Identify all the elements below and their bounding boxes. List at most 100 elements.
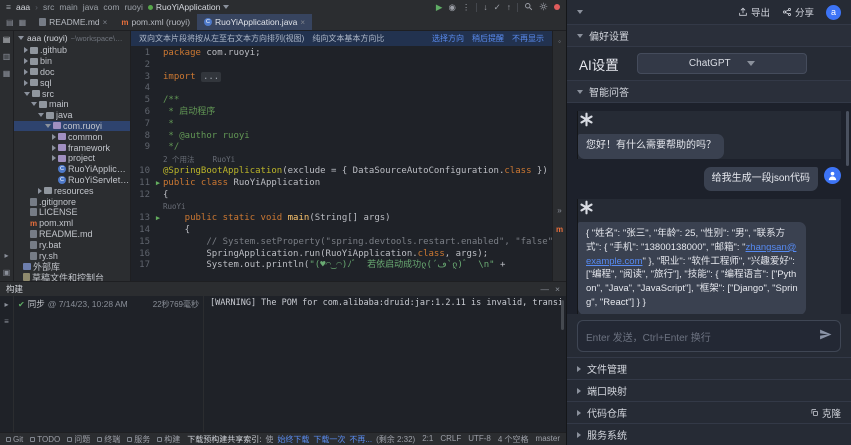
sync-result-row[interactable]: ✔ 同步 @ 7/14/23, 10:28 AM 22秒769毫秒 — [18, 298, 199, 310]
tree-item[interactable]: mpom.xml — [14, 218, 130, 229]
tree-item[interactable]: bin — [14, 56, 130, 67]
banner-action-dont-show[interactable]: 不再显示 — [512, 33, 544, 44]
tree-item[interactable]: README.md — [14, 229, 130, 240]
close-tab-icon[interactable]: × — [103, 18, 108, 27]
git-update-button[interactable]: ↓ — [483, 2, 487, 12]
chat-scrollbar[interactable] — [846, 111, 849, 166]
tree-item[interactable]: com.ruoyi — [14, 121, 130, 132]
section-port-mapping[interactable]: 端口映射 — [567, 379, 851, 401]
close-tab-icon[interactable]: × — [300, 18, 305, 27]
terminal-tool-icon[interactable]: ▣ — [3, 268, 11, 277]
main-menu-icon[interactable]: ≡ — [6, 2, 11, 12]
section-smart-qa[interactable]: 智能问答 — [567, 80, 851, 103]
close-panel-icon[interactable]: × — [555, 284, 560, 294]
tree-item[interactable]: java — [14, 110, 130, 121]
notifications-bell-icon[interactable]: ◦ — [558, 37, 561, 46]
structure-tool-icon[interactable]: ▦ — [3, 69, 11, 78]
status-widget[interactable]: 4 个空格 — [498, 434, 529, 445]
run-button[interactable]: ▶ — [436, 2, 443, 13]
always-download-link[interactable]: 始终下载 — [277, 434, 309, 445]
tool-window-button[interactable]: Git — [6, 434, 23, 445]
tree-item[interactable]: .github — [14, 45, 130, 56]
collapse-panel-icon[interactable] — [577, 10, 583, 14]
console-scrollbar[interactable] — [561, 300, 564, 330]
code-editor[interactable]: 双向文本片段将按从左至右文本方向排列(视图) 纯向文本基本方向比 选择方向 稍后… — [131, 31, 552, 281]
status-widget[interactable]: master — [536, 434, 560, 445]
tool-window-button[interactable]: 构建 — [157, 434, 180, 445]
tree-item[interactable]: CRuoYiServletInitial... — [14, 175, 130, 186]
tab-pom[interactable]: m pom.xml (ruoyi) — [114, 14, 197, 30]
project-tree-header[interactable]: aaa (ruoyi) ~\workspace\aaa — [14, 31, 130, 45]
build-tool-icon[interactable]: ▸ — [4, 251, 8, 260]
section-file-management[interactable]: 文件管理 — [567, 357, 851, 379]
banner-action-remind-later[interactable]: 稍后提醒 — [472, 33, 504, 44]
commit-tool-icon[interactable]: ▥ — [3, 52, 11, 61]
download-once-link[interactable]: 下载一次 — [313, 434, 345, 445]
git-push-button[interactable]: ↑ — [507, 2, 511, 12]
tree-item[interactable]: sql — [14, 77, 130, 88]
tree-item[interactable]: main — [14, 99, 130, 110]
tree-item[interactable]: common — [14, 131, 130, 142]
status-widget[interactable]: UTF-8 — [468, 434, 491, 445]
tree-item[interactable]: project — [14, 153, 130, 164]
run-gutter-icon[interactable]: ▶ — [153, 213, 163, 225]
model-select-dropdown[interactable]: ChatGPT — [637, 53, 807, 74]
breadcrumb[interactable]: com — [103, 2, 119, 12]
expand-tool-icon[interactable]: » — [557, 206, 561, 215]
section-preferences[interactable]: 偏好设置 — [567, 24, 851, 47]
section-code-repository[interactable]: 代码仓库 克隆 — [567, 401, 851, 423]
maven-tool-icon[interactable]: m — [556, 225, 563, 234]
code-line: 6 * 启动程序 — [131, 107, 552, 119]
rerun-build-icon[interactable]: ▸ — [4, 300, 8, 309]
status-widget[interactable]: CRLF — [440, 434, 461, 445]
ide-main-area: ▤ ▥ ▦ ▸ ▣ aaa (ruoyi) ~\workspace\aaa .g… — [0, 31, 566, 281]
git-commit-button[interactable]: ✓ — [494, 2, 501, 13]
project-name[interactable]: aaa — [16, 2, 30, 12]
project-view-icon[interactable]: ▤ — [6, 18, 14, 27]
tool-window-button[interactable]: 问题 — [67, 434, 90, 445]
status-widget[interactable]: 2:1 — [422, 434, 433, 445]
gutter-spacer — [153, 166, 163, 178]
breadcrumb[interactable]: ruoyi — [124, 2, 142, 12]
tree-item[interactable]: LICENSE — [14, 207, 130, 218]
run-configuration[interactable]: RuoYiApplication — [148, 2, 229, 12]
export-button[interactable]: 导出 — [738, 5, 770, 19]
tree-item[interactable]: framework — [14, 142, 130, 153]
settings-gear-icon[interactable] — [539, 2, 548, 13]
minimize-panel-icon[interactable]: — — [541, 284, 550, 294]
tab-ruoyi-application[interactable]: C RuoYiApplication.java × — [197, 14, 312, 30]
dont-ask-link[interactable]: 不再... — [349, 434, 372, 445]
chat-input[interactable]: Enter 发送，Ctrl+Enter 换行 — [577, 320, 841, 352]
tree-item[interactable]: 草稿文件和控制台 — [14, 272, 130, 281]
structure-view-icon[interactable]: ▦ — [19, 18, 27, 27]
tree-item[interactable]: ry.sh — [14, 250, 130, 261]
tree-item[interactable]: src — [14, 88, 130, 99]
debug-button[interactable]: ◉ — [448, 2, 455, 13]
share-button[interactable]: 分享 — [782, 5, 814, 19]
project-tool-icon[interactable]: ▤ — [3, 35, 11, 44]
ai-settings-label: AI设置 — [579, 54, 619, 74]
user-avatar[interactable]: a — [826, 5, 841, 20]
tree-item[interactable]: .gitignore — [14, 196, 130, 207]
banner-action-choose-direction[interactable]: 选择方向 — [432, 33, 464, 44]
send-icon[interactable] — [819, 328, 832, 344]
tool-window-button[interactable]: TODO — [30, 434, 60, 445]
tool-window-button[interactable]: 终端 — [97, 434, 120, 445]
clone-button[interactable]: 克隆 — [810, 406, 841, 420]
tool-window-button[interactable]: 服务 — [127, 434, 150, 445]
tree-item[interactable]: resources — [14, 185, 130, 196]
breadcrumb[interactable]: src — [43, 2, 54, 12]
more-actions-button[interactable]: ⋮ — [462, 2, 471, 13]
tree-item[interactable]: doc — [14, 67, 130, 78]
tree-item[interactable]: CRuoYiApplication — [14, 164, 130, 175]
tree-item[interactable]: ry.bat — [14, 239, 130, 250]
breadcrumb[interactable]: main — [59, 2, 77, 12]
run-gutter-icon[interactable]: ▶ — [153, 178, 163, 190]
breadcrumb[interactable]: java — [83, 2, 99, 12]
tab-readme[interactable]: README.md × — [32, 14, 114, 30]
banner-text: 双向文本片段将按从左至右文本方向排列(视图) 纯向文本基本方向比 — [139, 33, 384, 44]
build-options-icon[interactable]: ≡ — [4, 317, 9, 326]
build-console[interactable]: [WARNING] The POM for com.alibaba:druid:… — [204, 296, 561, 432]
search-icon[interactable] — [524, 2, 533, 13]
section-service-system[interactable]: 服务系统 — [567, 423, 851, 445]
